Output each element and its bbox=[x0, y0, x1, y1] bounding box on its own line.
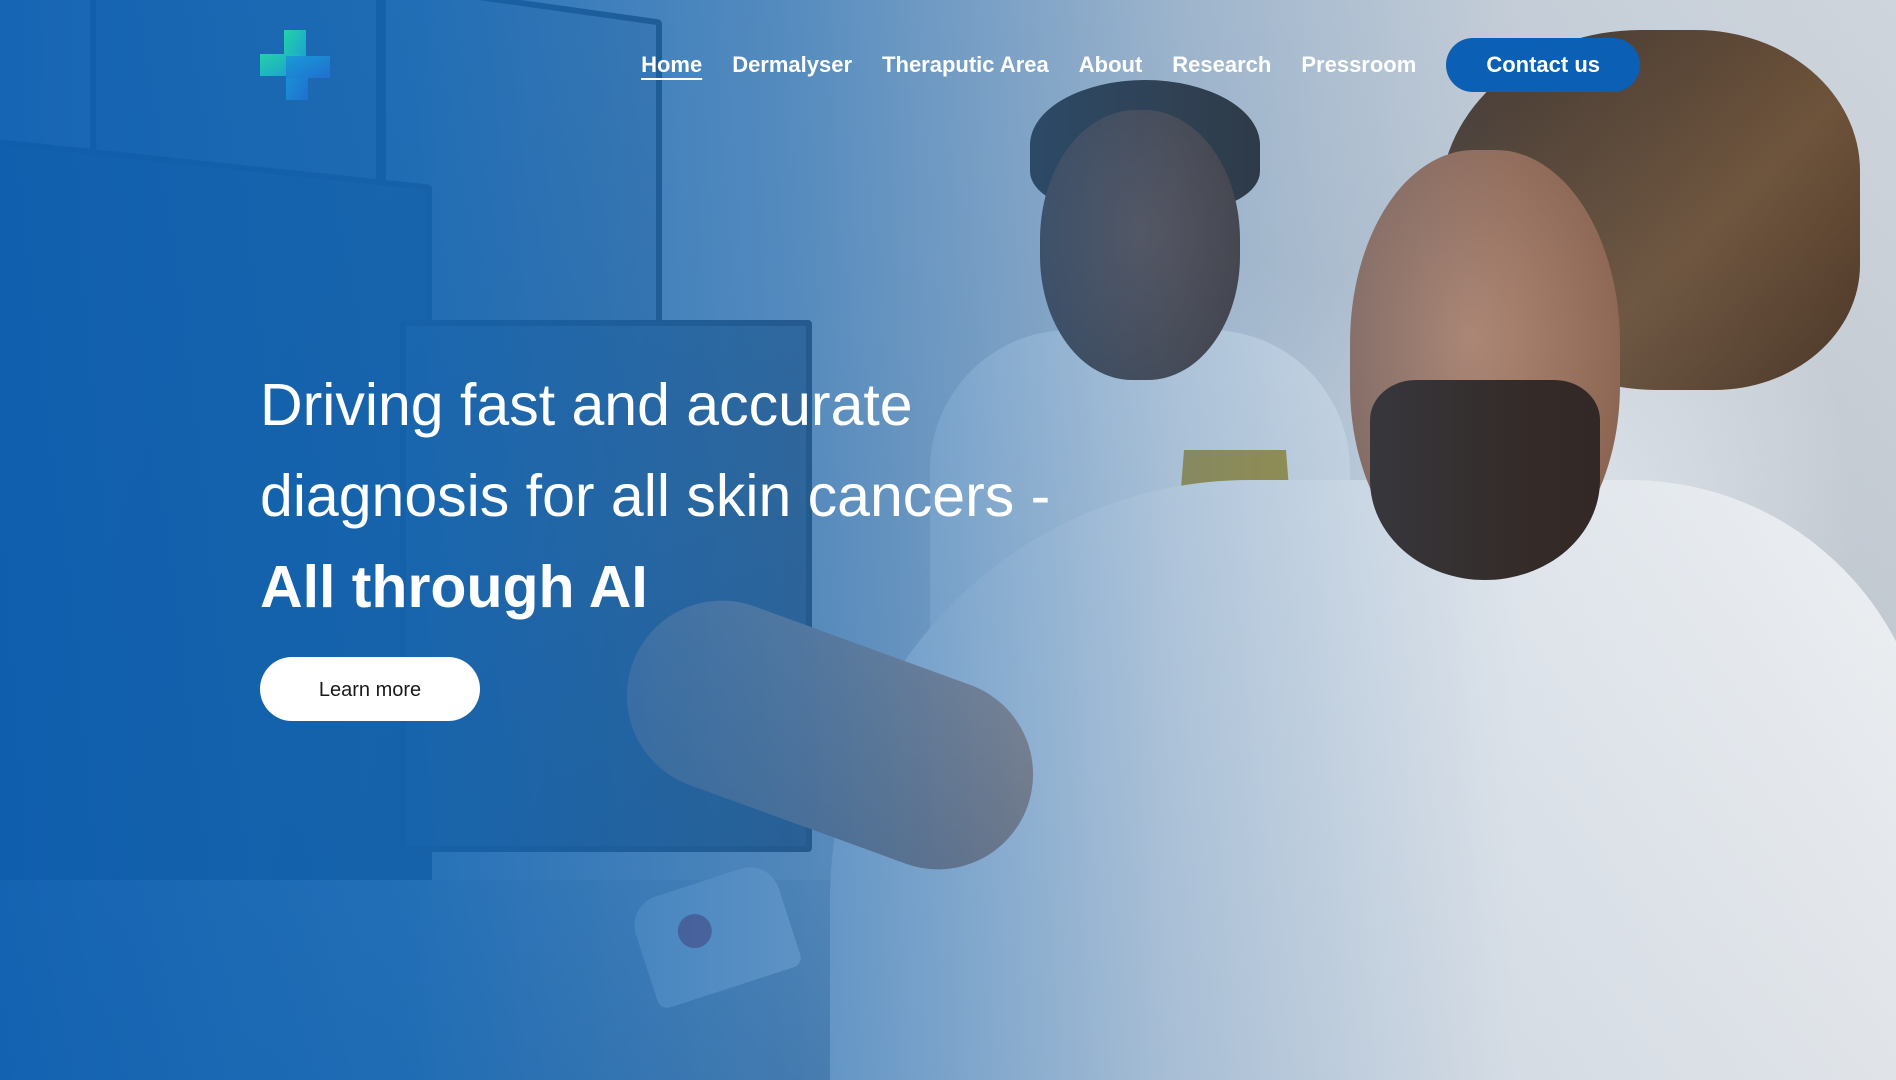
learn-more-button[interactable]: Learn more bbox=[260, 657, 480, 721]
page: Home Dermalyser Theraputic Area About Re… bbox=[0, 0, 1896, 1080]
hero-headline-line-3: All through AI bbox=[260, 554, 648, 620]
contact-us-button[interactable]: Contact us bbox=[1446, 38, 1640, 92]
hero-headline-line-2: diagnosis for all skin cancers - bbox=[260, 463, 1051, 529]
nav-about[interactable]: About bbox=[1079, 52, 1143, 78]
nav-research[interactable]: Research bbox=[1172, 52, 1271, 78]
medical-cross-logo-icon[interactable] bbox=[260, 30, 332, 102]
nav-dermalyser[interactable]: Dermalyser bbox=[732, 52, 852, 78]
main-navigation: Home Dermalyser Theraputic Area About Re… bbox=[611, 38, 1640, 92]
hero-section: Driving fast and accurate diagnosis for … bbox=[260, 360, 1120, 721]
nav-theraputic-area[interactable]: Theraputic Area bbox=[882, 52, 1049, 78]
hero-headline-line-1: Driving fast and accurate bbox=[260, 372, 913, 438]
logo-svg bbox=[260, 30, 330, 100]
nav-pressroom[interactable]: Pressroom bbox=[1301, 52, 1416, 78]
nav-home[interactable]: Home bbox=[641, 52, 702, 78]
site-header: Home Dermalyser Theraputic Area About Re… bbox=[0, 0, 1896, 130]
